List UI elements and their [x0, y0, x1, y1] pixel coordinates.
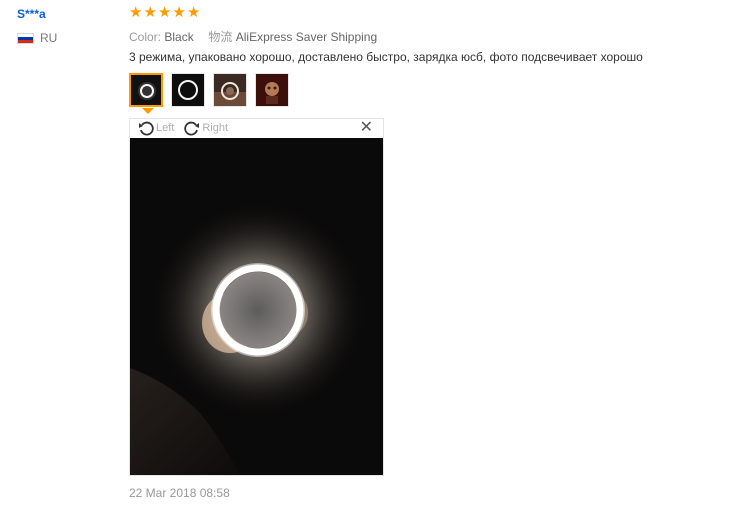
rotate-right-label: Right: [202, 122, 229, 134]
viewer-toolbar: Left Right ✕: [130, 119, 383, 137]
rotate-left-icon: [139, 121, 154, 136]
rotate-right-button[interactable]: Right: [184, 120, 228, 136]
active-thumb-pointer: [142, 108, 154, 114]
star-icon: ★: [129, 4, 143, 21]
feedback-text: 3 режима, упаковано хорошо, доставлено б…: [129, 50, 643, 64]
thumb-ring-light-2[interactable]: [171, 73, 205, 107]
shipping-value: AliExpress Saver Shipping: [235, 30, 378, 44]
color-value: Black: [164, 30, 194, 44]
rotate-left-button[interactable]: Left: [138, 120, 174, 136]
reviewer-country: RU: [17, 31, 57, 45]
photo-viewer: Left Right ✕: [129, 118, 384, 476]
close-icon[interactable]: ✕: [360, 120, 373, 136]
star-icon: ★: [143, 4, 157, 21]
shipping-label: 物流: [208, 30, 233, 44]
star-icon: ★: [172, 4, 186, 21]
review-date: 22 Mar 2018 08:58: [129, 486, 230, 500]
thumb-ring-light-4[interactable]: [255, 73, 289, 107]
color-label: Color:: [129, 30, 162, 44]
review-photo: [130, 138, 383, 475]
star-rating: ★ ★ ★ ★ ★: [129, 5, 200, 21]
thumb-ring-light-3[interactable]: [213, 73, 247, 107]
russia-flag-icon: [17, 32, 34, 44]
photo-thumbnails: [129, 73, 289, 107]
rotate-right-icon: [184, 121, 200, 136]
rotate-left-label: Left: [156, 122, 175, 134]
reviewer-name[interactable]: S***a: [17, 7, 46, 21]
country-code: RU: [40, 31, 58, 45]
order-info: Color: Black 物流 AliExpress Saver Shippin…: [129, 28, 377, 45]
thumb-ring-light-1[interactable]: [129, 73, 163, 107]
star-icon: ★: [186, 4, 201, 21]
star-icon: ★: [157, 4, 172, 21]
